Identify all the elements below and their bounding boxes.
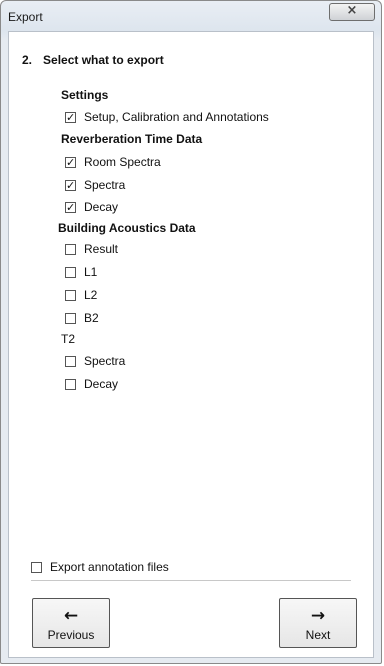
arrow-right-icon: → [310,606,326,626]
reverberation-heading: Reverberation Time Data [61,132,203,146]
dialog-content: 2. Select what to export Settings ✓ Setup… [8,31,374,658]
checkbox-label: L2 [84,288,98,302]
checkbox-spectra[interactable]: ✓ Spectra [65,178,125,192]
checkbox-decay[interactable]: ✓ Decay [65,200,118,214]
checkbox-t2-decay[interactable]: Decay [65,377,118,391]
checkmark-icon: ✓ [66,110,76,124]
checkbox-label: Decay [84,377,119,391]
checkmark-icon: ✓ [66,178,76,192]
close-button[interactable]: × [329,3,375,21]
building-acoustics-heading: Building Acoustics Data [58,221,196,235]
checkbox-b2[interactable]: B2 [65,311,99,325]
previous-button[interactable]: ← Previous [32,598,110,648]
checkbox-box[interactable]: ✓ [65,178,76,192]
checkbox-box[interactable] [65,355,76,367]
checkbox-label: Decay [84,200,119,214]
checkbox-label: Setup, Calibration and Annotations [84,110,269,124]
checkbox-label: Result [84,242,119,256]
close-icon: × [346,3,358,18]
checkbox-box[interactable]: ✓ [65,110,76,124]
checkbox-label: Spectra [84,178,126,192]
export-dialog: Export × 2. Select what to export Setting… [0,0,382,664]
checkbox-label: Export annotation files [50,560,169,574]
next-label: Next [305,628,331,642]
checkbox-box[interactable] [65,243,76,255]
step-heading: 2. Select what to export [22,53,164,67]
checkbox-label: B2 [84,311,99,325]
separator [31,580,351,581]
t2-heading: T2 [61,332,76,346]
next-button[interactable]: → Next [279,598,357,648]
checkmark-icon: ✓ [66,155,76,169]
checkmark-icon: ✓ [66,200,76,214]
step-title: Select what to export [43,53,164,67]
checkbox-box[interactable] [65,312,76,324]
checkbox-box[interactable] [65,378,76,390]
checkbox-box[interactable]: ✓ [65,155,76,169]
checkbox-box[interactable] [31,561,42,573]
checkbox-box[interactable] [65,289,76,301]
checkbox-box[interactable] [65,266,76,278]
arrow-left-icon: ← [63,606,79,626]
checkbox-l2[interactable]: L2 [65,288,97,302]
checkbox-room-spectra[interactable]: ✓ Room Spectra [65,155,161,169]
title-bar: Export × [1,1,381,31]
checkbox-l1[interactable]: L1 [65,265,97,279]
checkbox-label: L1 [84,265,98,279]
settings-heading: Settings [61,88,109,102]
checkbox-box[interactable]: ✓ [65,200,76,214]
checkbox-export-annotation-files[interactable]: Export annotation files [31,560,169,574]
checkbox-result[interactable]: Result [65,242,118,256]
checkbox-label: Spectra [84,354,126,368]
step-number: 2. [22,53,33,67]
checkbox-label: Room Spectra [84,155,161,169]
window-title: Export [8,10,43,24]
checkbox-setup-calibration-annotations[interactable]: ✓ Setup, Calibration and Annotations [65,110,269,124]
checkbox-t2-spectra[interactable]: Spectra [65,354,125,368]
previous-label: Previous [47,628,95,642]
